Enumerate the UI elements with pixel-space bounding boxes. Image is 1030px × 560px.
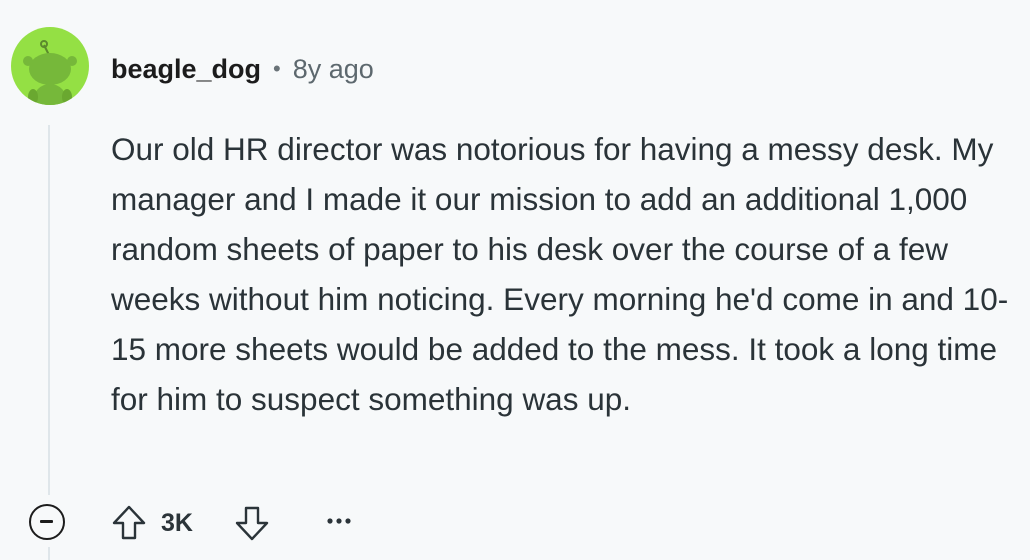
comment-body: Our old HR director was notorious for ha…: [111, 131, 1009, 417]
comment-meta: beagle_dog • 8y ago: [111, 50, 374, 88]
author-username[interactable]: beagle_dog: [111, 54, 261, 85]
comment-age: 8y ago: [292, 53, 374, 84]
meta-separator: •: [273, 56, 281, 81]
user-avatar[interactable]: [11, 27, 89, 105]
comment: beagle_dog • 8y ago Our old HR director …: [0, 0, 1030, 560]
upvote-button[interactable]: [111, 503, 147, 543]
downvote-icon: [235, 506, 269, 541]
downvote-button[interactable]: [234, 503, 270, 543]
more-options-icon: [327, 518, 351, 524]
snoo-avatar-icon: [23, 40, 77, 105]
upvote-icon: [112, 505, 146, 540]
thread-line[interactable]: [48, 547, 50, 560]
vote-score: 3K: [161, 509, 193, 537]
thread-line[interactable]: [48, 125, 50, 495]
more-options-button[interactable]: [322, 506, 356, 536]
collapse-icon[interactable]: [29, 504, 65, 540]
